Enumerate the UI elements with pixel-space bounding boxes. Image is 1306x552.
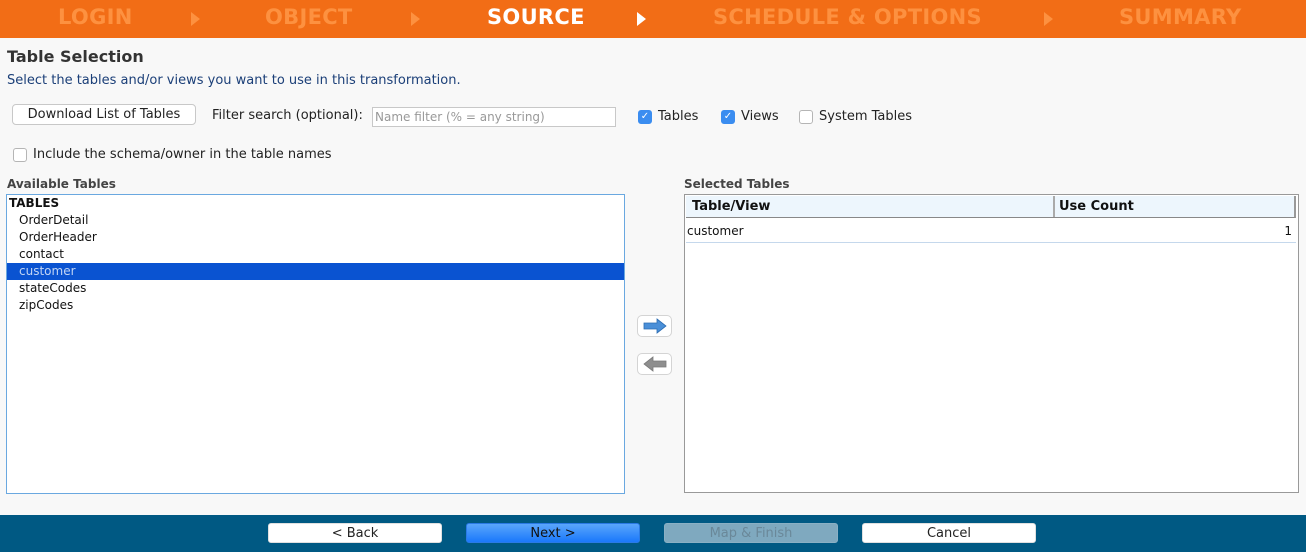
footer-bar (0, 515, 1306, 552)
cancel-button[interactable]: Cancel (862, 523, 1036, 543)
list-item[interactable]: OrderHeader (7, 229, 624, 246)
wizard-step-bar: LOGIN OBJECT SOURCE SCHEDULE & OPTIONS S… (0, 0, 1306, 38)
column-header-use-count[interactable]: Use Count (1055, 196, 1296, 217)
next-button[interactable]: Next > (466, 523, 640, 543)
list-item[interactable]: OrderDetail (7, 212, 624, 229)
checkbox-unchecked-icon (13, 147, 27, 162)
step-login: LOGIN (58, 5, 133, 29)
add-table-button[interactable] (637, 315, 672, 337)
step-arrow-icon (191, 12, 200, 26)
step-arrow-icon (1044, 12, 1053, 26)
checkbox-checked-icon: ✓ (721, 109, 735, 124)
selected-tables-label: Selected Tables (684, 177, 790, 191)
table-row[interactable]: customer 1 (686, 221, 1296, 243)
checkbox-checked-icon: ✓ (638, 109, 652, 124)
selected-tables-table[interactable]: Table/View Use Count customer 1 (684, 194, 1299, 493)
remove-table-button[interactable] (637, 353, 672, 375)
list-item[interactable]: stateCodes (7, 280, 624, 297)
tables-checkbox[interactable]: ✓ Tables (638, 109, 698, 124)
list-item[interactable]: contact (7, 246, 624, 263)
download-list-button[interactable]: Download List of Tables (12, 104, 196, 125)
step-object: OBJECT (265, 5, 353, 29)
step-arrow-icon (637, 12, 646, 26)
available-tables-list[interactable]: TABLES OrderDetail OrderHeader contact c… (6, 194, 625, 494)
include-schema-label: Include the schema/owner in the table na… (33, 147, 332, 162)
views-checkbox[interactable]: ✓ Views (721, 109, 779, 124)
step-schedule-options: SCHEDULE & OPTIONS (713, 5, 982, 29)
arrow-right-icon (643, 318, 667, 334)
step-arrow-icon (411, 12, 420, 26)
cell-table-name: customer (687, 224, 744, 238)
list-group-tables[interactable]: TABLES (7, 195, 624, 212)
list-item[interactable]: zipCodes (7, 297, 624, 314)
system-tables-checkbox[interactable]: System Tables (799, 109, 912, 124)
system-tables-checkbox-label: System Tables (819, 109, 912, 124)
include-schema-checkbox[interactable]: Include the schema/owner in the table na… (13, 147, 332, 162)
step-source: SOURCE (487, 5, 585, 29)
page-title: Table Selection (7, 47, 144, 66)
column-header-table-view[interactable]: Table/View (686, 196, 1055, 217)
step-summary: SUMMARY (1119, 5, 1242, 29)
list-item-selected[interactable]: customer (7, 263, 624, 280)
map-finish-button: Map & Finish (664, 523, 838, 543)
filter-search-input[interactable] (372, 107, 616, 127)
tables-checkbox-label: Tables (658, 109, 699, 124)
back-button[interactable]: < Back (268, 523, 442, 543)
table-header: Table/View Use Count (686, 196, 1296, 218)
arrow-left-icon (642, 356, 666, 372)
page-subtitle: Select the tables and/or views you want … (7, 73, 461, 88)
cell-use-count: 1 (1284, 224, 1292, 238)
filter-search-label: Filter search (optional): (212, 108, 363, 123)
checkbox-unchecked-icon (799, 109, 813, 124)
available-tables-label: Available Tables (7, 177, 116, 191)
views-checkbox-label: Views (741, 109, 779, 124)
